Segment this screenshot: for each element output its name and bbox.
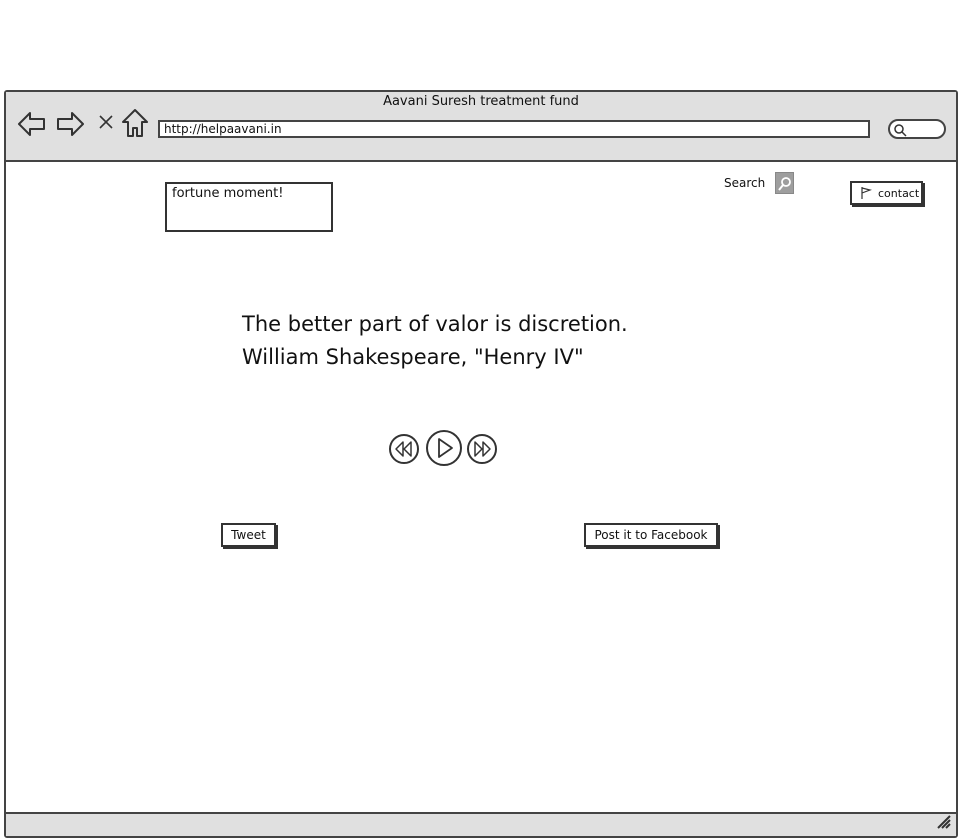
home-icon[interactable] — [121, 108, 149, 142]
stop-close-icon[interactable] — [98, 114, 114, 134]
rewind-icon[interactable] — [388, 433, 420, 469]
play-icon[interactable] — [425, 429, 463, 471]
search-label: Search — [724, 176, 766, 190]
status-bar — [6, 812, 956, 836]
contact-label: contact — [878, 187, 920, 200]
contact-button[interactable]: contact — [850, 181, 923, 205]
window-title: Aavani Suresh treatment fund — [383, 94, 579, 109]
quote-text: The better part of valor is discretion. — [242, 312, 628, 336]
quote-block: The better part of valor is discretion. … — [242, 308, 628, 374]
facebook-post-button[interactable]: Post it to Facebook — [584, 523, 718, 547]
back-arrow-icon[interactable] — [16, 110, 46, 142]
tweet-button[interactable]: Tweet — [221, 523, 276, 547]
search-icon — [778, 177, 791, 191]
resize-grip-icon[interactable] — [936, 814, 952, 834]
search-button[interactable] — [775, 172, 794, 194]
quote-attribution: William Shakespeare, "Henry IV" — [242, 345, 584, 369]
browser-search-field[interactable] — [888, 119, 946, 139]
fast-forward-icon[interactable] — [466, 433, 498, 469]
address-bar[interactable]: http://helpaavani.in — [158, 120, 870, 138]
magnifier-icon — [894, 124, 907, 137]
flag-icon — [861, 187, 872, 199]
forward-arrow-icon[interactable] — [56, 110, 86, 142]
browser-toolbar: Aavani Suresh treatment fund http://help… — [6, 92, 956, 162]
fortune-moment-box: fortune moment! — [165, 182, 333, 232]
